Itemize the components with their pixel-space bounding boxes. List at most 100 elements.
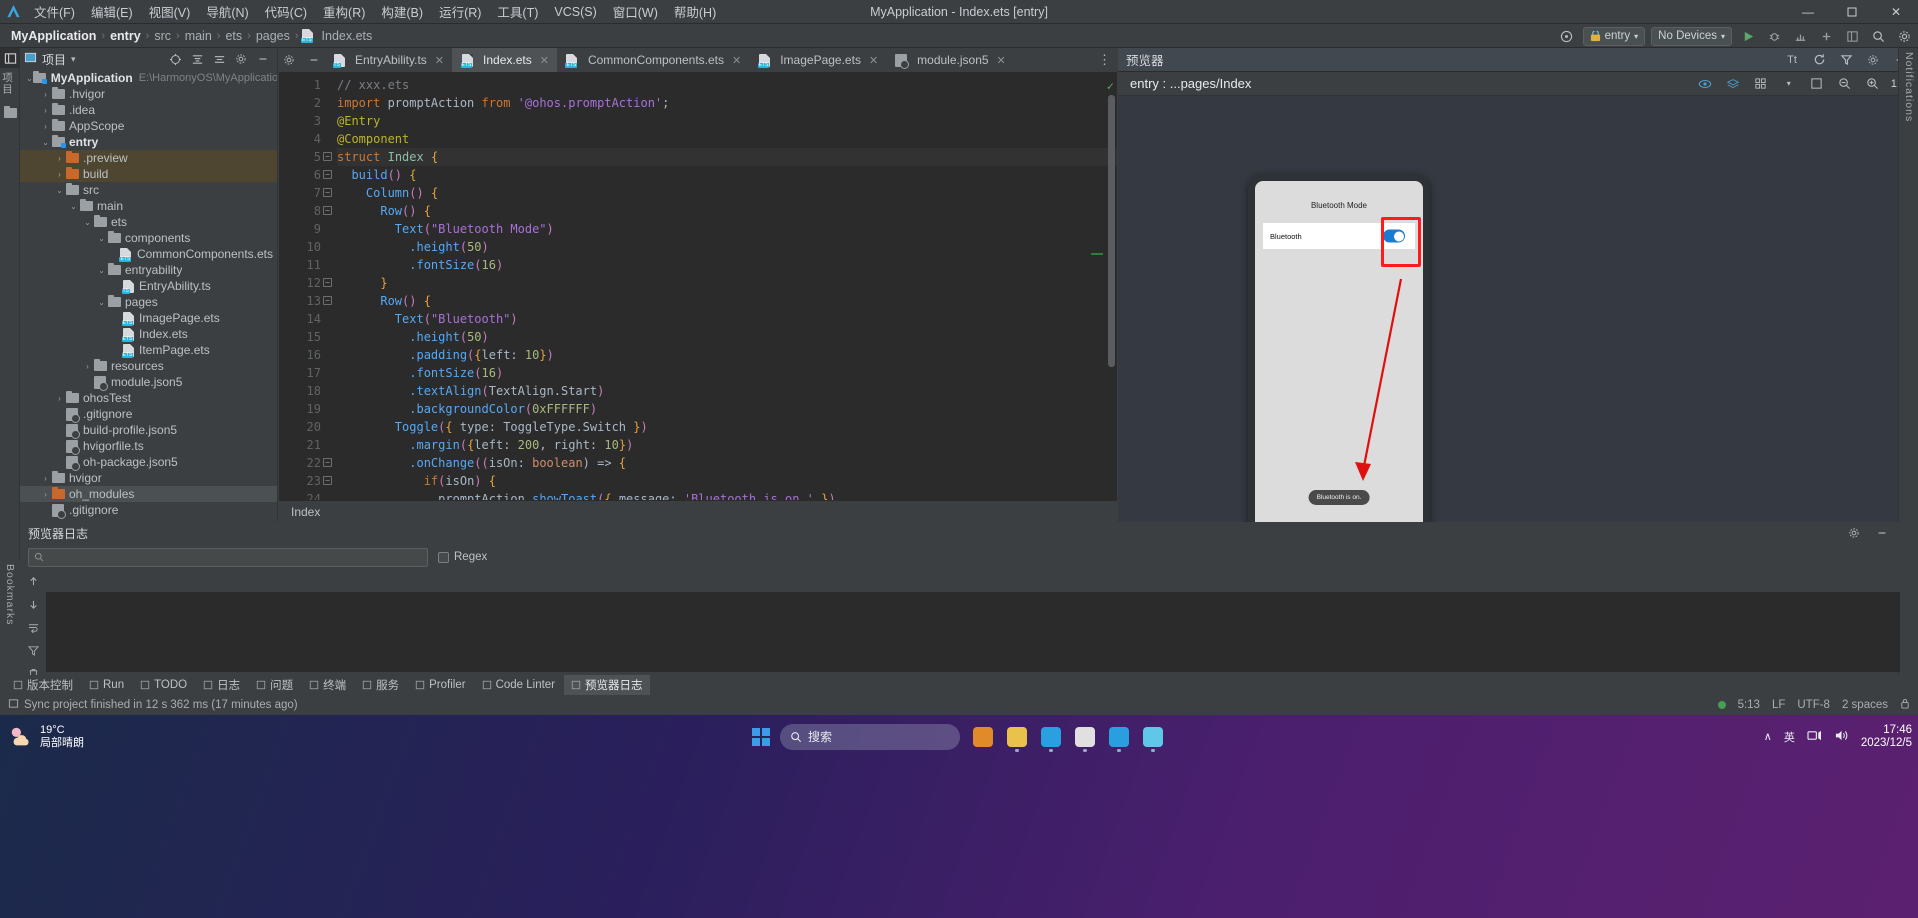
target-icon[interactable] (165, 49, 185, 69)
tree-row-oh-package-json5[interactable]: oh-package.json5 (20, 454, 277, 471)
tree-row-module-json5[interactable]: module.json5 (20, 374, 277, 391)
chevron-right-icon[interactable]: › (40, 118, 51, 134)
fold-toggle-line-22[interactable]: − (323, 458, 332, 467)
code-line-23[interactable]: if(isOn) { (337, 472, 1117, 490)
breadcrumb-item-3[interactable]: main (182, 29, 215, 43)
menu-item-9[interactable]: VCS(S) (546, 3, 604, 21)
debug-button[interactable] (1764, 26, 1784, 46)
encoding[interactable]: UTF-8 (1797, 699, 1830, 711)
chevron-right-icon[interactable]: › (54, 150, 65, 166)
fold-toggle-line-8[interactable]: − (323, 206, 332, 215)
tree-row--gitignore[interactable]: .gitignore (20, 406, 277, 423)
editor-tab-commoncomponents-ets[interactable]: ETS CommonComponents.ets ✕ (557, 48, 749, 72)
tree-row-oh-modules[interactable]: › oh_modules (20, 486, 277, 502)
menu-item-3[interactable]: 导航(N) (198, 0, 256, 23)
down-arrow-icon[interactable] (28, 599, 39, 613)
previewer-gear-icon[interactable] (1863, 50, 1883, 70)
bottom-tab---[interactable]: 问题 (249, 675, 300, 695)
tree-row--preview[interactable]: › .preview (20, 150, 277, 166)
layout-icon[interactable] (1842, 26, 1862, 46)
windows-start-icon[interactable] (750, 726, 772, 748)
code-line-12[interactable]: } (337, 274, 1117, 292)
hide-pane-icon[interactable] (253, 49, 273, 69)
code-line-13[interactable]: Row() { (337, 292, 1117, 310)
store-icon[interactable] (1070, 722, 1100, 752)
log-minimize-icon[interactable] (1872, 523, 1892, 543)
ime-indicator[interactable]: 英 (1784, 729, 1795, 745)
breadcrumb-item-2[interactable]: src (151, 29, 174, 43)
network-icon[interactable] (1807, 729, 1822, 745)
tree-row--gitignore[interactable]: .gitignore (20, 502, 277, 519)
tree-row-appscope[interactable]: › AppScope (20, 118, 277, 134)
menu-item-5[interactable]: 重构(R) (315, 0, 373, 23)
chevron-right-icon[interactable]: › (40, 102, 51, 118)
menu-item-0[interactable]: 文件(F) (26, 0, 83, 23)
code-line-15[interactable]: .height(50) (337, 328, 1117, 346)
tree-row-entryability[interactable]: ⌄ entryability (20, 262, 277, 278)
editor-gear-icon[interactable] (279, 50, 299, 70)
log-search-input[interactable] (28, 547, 428, 567)
code-line-7[interactable]: Column() { (337, 184, 1117, 202)
inspection-status-icon[interactable]: ✓ (1107, 77, 1114, 95)
caret-position[interactable]: 5:13 (1738, 699, 1760, 711)
code-line-19[interactable]: .backgroundColor(0xFFFFFF) (337, 400, 1117, 418)
menu-item-11[interactable]: 帮助(H) (666, 0, 724, 23)
chevron-down-icon[interactable]: ⌄ (96, 262, 107, 278)
code-line-6[interactable]: build() { (337, 166, 1117, 184)
source-code[interactable]: // xxx.ets import promptAction from '@oho… (337, 76, 1117, 500)
chevron-down-icon[interactable]: ⌄ (96, 294, 107, 310)
tree-row-components[interactable]: ⌄ components (20, 230, 277, 246)
code-line-9[interactable]: Text("Bluetooth Mode") (337, 220, 1117, 238)
gear-icon[interactable] (1894, 26, 1914, 46)
soft-wrap-icon[interactable] (28, 622, 39, 636)
tree-row-itempage-ets[interactable]: ETS ItemPage.ets (20, 342, 277, 358)
menu-item-4[interactable]: 代码(C) (257, 0, 315, 23)
bottom-tab---[interactable]: 服务 (355, 675, 406, 695)
inspection-marker[interactable] (1091, 253, 1103, 255)
code-line-22[interactable]: .onChange((isOn: boolean) => { (337, 454, 1117, 472)
tree-row--hvigor[interactable]: › .hvigor (20, 86, 277, 102)
log-filter-icon[interactable] (27, 645, 39, 659)
menu-item-7[interactable]: 运行(R) (431, 0, 489, 23)
widgets-icon[interactable] (968, 722, 998, 752)
chevron-down-icon[interactable]: ⌄ (40, 134, 51, 150)
chevron-right-icon[interactable]: › (40, 470, 51, 486)
tree-row-index-ets[interactable]: ETS Index.ets (20, 326, 277, 342)
chevron-down-icon[interactable]: ⌄ (54, 182, 65, 198)
editor-scrollbar-thumb[interactable] (1108, 95, 1115, 367)
line-separator[interactable]: LF (1772, 699, 1785, 711)
tree-row-build[interactable]: › build (20, 166, 277, 182)
zoom-in-icon[interactable] (1863, 74, 1883, 94)
search-icon[interactable] (1868, 26, 1888, 46)
chevron-down-icon[interactable]: ▾ (1779, 74, 1799, 94)
tree-row-hvigor[interactable]: › hvigor (20, 470, 277, 486)
code-area[interactable]: 1 2 3 4 5 6 7 8 9 10 11 12 13 14 15 16 17 18 19 20 21 22 23 24 … (279, 73, 1117, 500)
breadcrumb-item-4[interactable]: ets (222, 29, 245, 43)
tree-row-src[interactable]: ⌄ src (20, 182, 277, 198)
tree-row-imagepage-ets[interactable]: ETS ImagePage.ets (20, 310, 277, 326)
fold-toggle-line-7[interactable]: − (323, 188, 332, 197)
code-line-5[interactable]: struct Index { (337, 148, 1117, 166)
tree-row-hvigorfile-ts[interactable]: hvigorfile.ts (20, 438, 277, 455)
fold-toggle-line-23[interactable]: − (323, 476, 332, 485)
log-gear-icon[interactable] (1844, 523, 1864, 543)
code-line-14[interactable]: Text("Bluetooth") (337, 310, 1117, 328)
left-rail-label-project[interactable]: 项目 (0, 68, 15, 99)
run-button[interactable] (1738, 26, 1758, 46)
fold-toggle-line-13[interactable]: − (323, 296, 332, 305)
project-tree[interactable]: ⌄ MyApplication E:\HarmonyOS\MyApplicatio ›… (20, 70, 277, 522)
zoom-out-icon[interactable] (1835, 74, 1855, 94)
bottom-tab------[interactable]: 预览器日志 (564, 675, 650, 695)
bookmarks-rail-label[interactable]: Bookmarks (4, 560, 16, 630)
code-line-1[interactable]: // xxx.ets (337, 76, 1117, 94)
chevron-right-icon[interactable]: › (40, 486, 51, 502)
menu-item-6[interactable]: 构建(B) (373, 0, 431, 23)
vscode-icon[interactable] (1104, 722, 1134, 752)
code-line-16[interactable]: .padding({left: 10}) (337, 346, 1117, 364)
filter-icon[interactable] (1836, 50, 1856, 70)
refresh-icon[interactable] (1809, 50, 1829, 70)
tree-row-ohostest[interactable]: › ohosTest (20, 390, 277, 406)
project-rail-icon[interactable] (0, 48, 20, 68)
chevron-right-icon[interactable]: › (54, 390, 65, 406)
editor-tab-index-ets[interactable]: ETS Index.ets ✕ (452, 48, 557, 72)
